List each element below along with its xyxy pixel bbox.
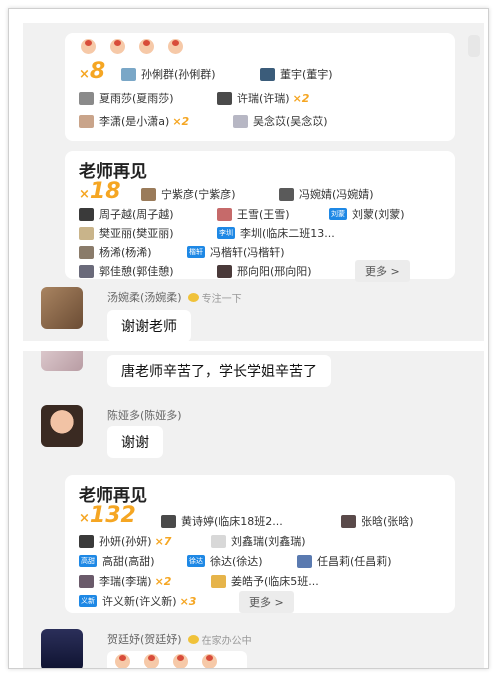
clap-card-partial: ×8 孙俐群(孙俐群) 董宇(董宇) 夏雨莎(夏雨莎) 许瑞(许瑞) ×2 李潇(… [65, 33, 455, 141]
participant[interactable]: 徐达 徐达(徐达) [187, 553, 263, 569]
participant[interactable]: 张晗(张晗) [341, 513, 414, 529]
participant[interactable]: 樊亚丽(樊亚丽) [79, 225, 174, 241]
sender-avatar[interactable] [41, 405, 83, 447]
status-emoji-icon [187, 634, 199, 644]
message-bubble[interactable]: 谢谢老师 [107, 310, 191, 341]
participant[interactable]: 李瑞(李瑞) ×2 [79, 573, 171, 589]
clap-count: ×132 [79, 503, 136, 528]
clap-count: ×8 [79, 59, 106, 84]
farewell-card: 老师再见 ×18 宁紫彦(宁紫彦) 冯婉婧(冯婉婧) 周子越(周子越) 王雪(王… [65, 151, 455, 282]
hand-flower-icon [139, 39, 154, 54]
avatar [279, 187, 294, 201]
participant[interactable]: 冯婉婧(冯婉婧) [279, 186, 374, 202]
participant[interactable]: 夏雨莎(夏雨莎) [79, 90, 174, 106]
participant[interactable]: 义新 许义新(许义新) ×3 [79, 593, 196, 609]
participant[interactable]: 邢向阳(邢向阳) [217, 263, 312, 279]
message-bubble[interactable]: 谢谢 [107, 426, 163, 458]
chat-screenshot-top: ×8 孙俐群(孙俐群) 董宇(董宇) 夏雨莎(夏雨莎) 许瑞(许瑞) ×2 李潇(… [23, 23, 484, 341]
sender-avatar[interactable] [41, 629, 83, 668]
avatar [79, 534, 94, 548]
participant[interactable]: 董宇(董宇) [260, 66, 333, 82]
clap-emoji-row [115, 654, 217, 668]
sender-avatar[interactable] [41, 351, 83, 371]
hand-heart-icon [144, 654, 159, 668]
avatar [79, 207, 94, 221]
avatar [211, 574, 226, 588]
participant[interactable]: 许瑞(许瑞) ×2 [217, 90, 309, 106]
name-badge: 刘蒙 [329, 208, 347, 220]
participant[interactable]: 孙俐群(孙俐群) [121, 66, 216, 82]
participant[interactable]: 吴念苡(吴念苡) [233, 113, 328, 129]
participant[interactable]: 楷轩 冯楷轩(冯楷轩) [187, 244, 285, 260]
avatar [79, 245, 94, 259]
clap-count: ×18 [79, 179, 121, 204]
participant[interactable]: 李圳 李圳(临床二班13... [217, 225, 335, 241]
name-badge: 高甜 [79, 555, 97, 567]
avatar [217, 207, 232, 221]
avatar [121, 67, 136, 81]
status-indicator: 在家办公中 [187, 632, 252, 647]
sender-name: 贺廷妤(贺廷妤) 在家办公中 [107, 632, 252, 647]
avatar [79, 91, 94, 105]
name-badge: 李圳 [217, 227, 235, 239]
message-bubble[interactable] [107, 651, 247, 668]
participant[interactable]: 周子越(周子越) [79, 206, 174, 222]
image-frame: ×8 孙俐群(孙俐群) 董宇(董宇) 夏雨莎(夏雨莎) 许瑞(许瑞) ×2 李潇(… [8, 8, 489, 669]
participant[interactable]: 高甜 高甜(高甜) [79, 553, 155, 569]
participant[interactable]: 宁紫彦(宁紫彦) [141, 186, 236, 202]
status-indicator: 专注一下 [187, 290, 242, 305]
participant[interactable]: 杨浠(杨浠) [79, 244, 152, 260]
avatar [260, 67, 275, 81]
avatar [297, 554, 312, 568]
hand-heart-icon [110, 39, 125, 54]
message-bubble[interactable]: 唐老师辛苦了，学长学姐辛苦了 [107, 355, 331, 387]
farewell-card: 老师再见 ×132 黄诗婷(临床18班2... 张晗(张晗) 孙妍(孙妍) ×7 … [65, 475, 455, 613]
participant[interactable]: 刘鑫瑞(刘鑫瑞) [211, 533, 306, 549]
hand-flower-icon [173, 654, 188, 668]
avatar [341, 514, 356, 528]
hand-heart-icon [115, 654, 130, 668]
sender-name: 汤婉柔(汤婉柔) 专注一下 [107, 290, 242, 305]
scroll-indicator [468, 35, 480, 57]
avatar [217, 264, 232, 278]
participant[interactable]: 王雪(王雪) [217, 206, 290, 222]
status-emoji-icon [187, 292, 199, 302]
participant[interactable]: 任昌莉(任昌莉) [297, 553, 392, 569]
avatar [79, 114, 94, 128]
sender-name: 陈娅多(陈娅多) [107, 409, 182, 422]
name-badge: 楷轩 [187, 246, 205, 258]
more-button[interactable]: 更多 > [239, 591, 294, 613]
participant[interactable]: 李潇(是小潇a) ×2 [79, 113, 189, 129]
hand-flower-icon [202, 654, 217, 668]
more-button[interactable]: 更多 > [355, 260, 410, 282]
chat-screenshot-bottom: 唐老师辛苦了，学长学姐辛苦了 陈娅多(陈娅多) 谢谢 老师再见 ×132 黄诗婷… [23, 351, 484, 668]
avatar [79, 226, 94, 240]
avatar [233, 114, 248, 128]
hand-flower-icon [168, 39, 183, 54]
avatar [211, 534, 226, 548]
name-badge: 徐达 [187, 555, 205, 567]
clap-emoji-row [81, 39, 183, 54]
participant[interactable]: 黄诗婷(临床18班2... [161, 513, 283, 529]
participant[interactable]: 刘蒙 刘蒙(刘蒙) [329, 206, 405, 222]
participant[interactable]: 姜皓予(临床5班... [211, 573, 319, 589]
sender-avatar[interactable] [41, 287, 83, 329]
avatar [141, 187, 156, 201]
name-badge: 义新 [79, 595, 97, 607]
avatar [217, 91, 232, 105]
hand-heart-icon [81, 39, 96, 54]
avatar [79, 574, 94, 588]
avatar [79, 264, 94, 278]
avatar [161, 514, 176, 528]
participant[interactable]: 郭佳憩(郭佳憩) [79, 263, 174, 279]
participant[interactable]: 孙妍(孙妍) ×7 [79, 533, 171, 549]
